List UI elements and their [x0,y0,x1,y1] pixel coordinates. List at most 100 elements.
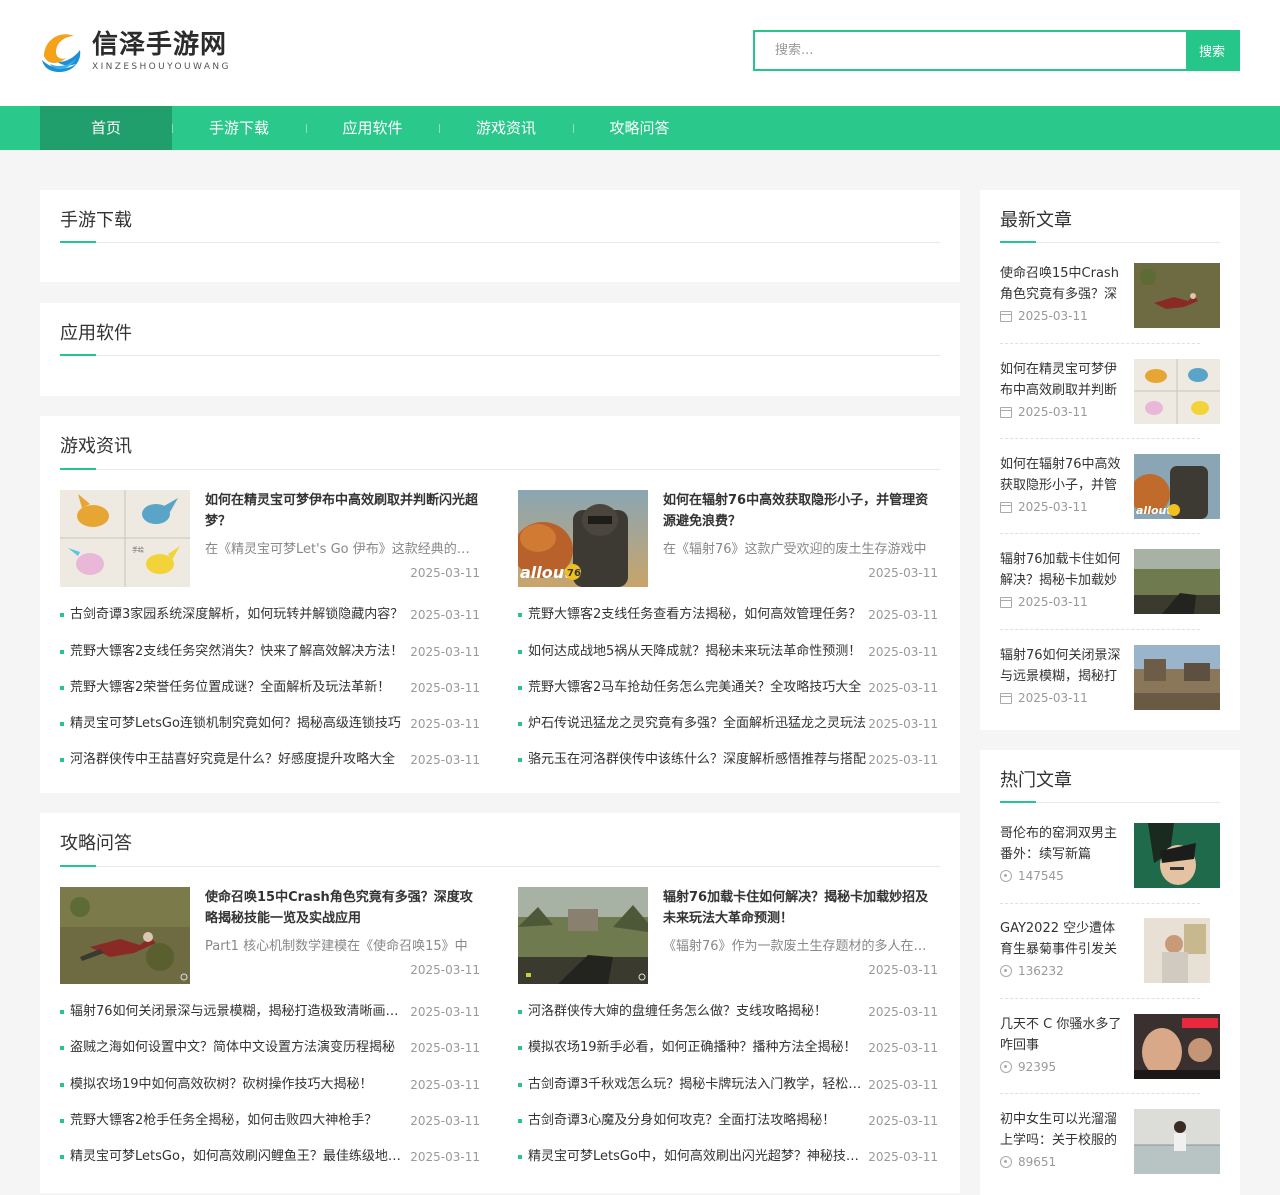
list-item[interactable]: 荒野大镖客2枪手任务全揭秘，如何击败四大神枪手？ 2025-03-11 [60,1111,480,1131]
nav-item-guides[interactable]: 攻略问答 [573,106,706,150]
featured-article[interactable]: 手绘 如何在精灵宝可梦伊布中高效刷取并判断闪光超梦？ 在《精灵宝可梦Let's … [60,490,480,587]
nav-item-apps[interactable]: 应用软件 [306,106,439,150]
video-thumbnail[interactable] [1134,1014,1220,1079]
sidebar-article-title[interactable]: 哥伦布的窑洞双男主番外：续写新篇 [1000,823,1125,865]
sidebar-article-meta: 2025-03-11 [1000,500,1088,514]
sidebar-article-title[interactable]: GAY2022 空少遭体育生暴菊事件引发关注 [1000,918,1125,960]
article-title[interactable]: 如何在辐射76中高效获取隐形小子，并管理资源避免浪费？ [663,490,938,532]
sidebar-article[interactable]: 如何在精灵宝可梦伊布中高效刷取并判断闪光超梦？ 2025-03-11 [1000,359,1220,454]
photo-thumbnail[interactable] [1134,1109,1220,1174]
pokemon-thumbnail[interactable]: 手绘 [60,490,190,587]
fallout-landscape-thumbnail[interactable] [518,887,648,984]
list-item-title[interactable]: 炉石传说迅猛龙之灵究竟有多强？全面解析迅猛龙之灵玩法 [528,714,868,734]
fallout-thumbnail[interactable]: allout 76 [518,490,648,587]
sidebar-article[interactable]: 几天不 C 你骚水多了咋回事 92395 [1000,1014,1220,1109]
fallout-thumbnail[interactable]: allout [1134,454,1220,519]
featured-article[interactable]: allout 76 如何在辐射76中高效获取隐形小子，并管理资源避免浪费？ 在《… [518,490,938,587]
list-item-title[interactable]: 荒野大镖客2支线任务突然消失？快来了解高效解决方法！ [70,642,410,662]
list-item[interactable]: 辐射76如何关闭景深与远景模糊，揭秘打造极致清晰画面技巧 2025-03-11 [60,1002,480,1022]
list-item-title[interactable]: 如何达成战地5祸从天降成就？揭秘未来玩法革命性预测！ [528,642,868,662]
anime-thumbnail[interactable] [1134,823,1220,888]
pokemon-thumbnail[interactable] [1134,359,1220,424]
cod-thumbnail[interactable] [60,887,190,984]
sidebar-title[interactable]: 热门文章 [1000,768,1072,794]
section-title[interactable]: 应用软件 [60,321,132,347]
bullet-icon [60,650,64,654]
list-item[interactable]: 炉石传说迅猛龙之灵究竟有多强？全面解析迅猛龙之灵玩法 2025-03-11 [518,714,938,734]
list-item-title[interactable]: 荒野大镖客2支线任务查看方法揭秘，如何高效管理任务？ [528,605,868,625]
list-item-title[interactable]: 河洛群侠传中王喆喜好究竟是什么？好感度提升攻略大全 [70,750,410,770]
list-item-title[interactable]: 荒野大镖客2枪手任务全揭秘，如何击败四大神枪手？ [70,1111,410,1131]
search-button[interactable]: 搜索 [1186,32,1238,69]
sidebar-article[interactable]: 初中女生可以光溜溜上学吗：关于校服的讨论 89651 [1000,1109,1220,1195]
list-item-title[interactable]: 古剑奇谭3心魔及分身如何攻克？全面打法攻略揭秘！ [528,1111,868,1131]
list-item[interactable]: 精灵宝可梦LetsGo中，如何高效刷出闪光超梦？神秘技巧揭秘 2025-03-11 [518,1147,938,1167]
sidebar-article-title[interactable]: 如何在精灵宝可梦伊布中高效刷取并判断闪光超梦？ [1000,359,1125,401]
section-game-download: 手游下载 [40,190,960,282]
list-item-title[interactable]: 精灵宝可梦LetsGo连锁机制究竟如何？揭秘高级连锁技巧 [70,714,410,734]
list-item[interactable]: 盗贼之海如何设置中文？简体中文设置方法演变历程揭秘 2025-03-11 [60,1038,480,1058]
list-item-title[interactable]: 模拟农场19新手必看，如何正确播种？播种方法全揭秘！ [528,1038,868,1058]
list-item[interactable]: 古剑奇谭3心魔及分身如何攻克？全面打法攻略揭秘！ 2025-03-11 [518,1111,938,1131]
list-item-title[interactable]: 辐射76如何关闭景深与远景模糊，揭秘打造极致清晰画面技巧 [70,1002,410,1022]
logo-subtitle: XINZESHOUYOUWANG [92,62,231,72]
list-item[interactable]: 古剑奇谭3千秋戏怎么玩？揭秘卡牌玩法入门教学，轻松上手 2025-03-11 [518,1075,938,1095]
list-item-title[interactable]: 精灵宝可梦LetsGo中，如何高效刷出闪光超梦？神秘技巧揭秘 [528,1147,868,1167]
list-item[interactable]: 模拟农场19新手必看，如何正确播种？播种方法全揭秘！ 2025-03-11 [518,1038,938,1058]
nav-item-game-download[interactable]: 手游下载 [172,106,306,150]
featured-article[interactable]: 辐射76加载卡住如何解决？揭秘卡加载妙招及未来玩法大革命预测！ 《辐射76》作为… [518,887,938,984]
site-logo[interactable]: 信泽手游网 XINZESHOUYOUWANG [40,28,231,76]
list-item[interactable]: 河洛群侠传大婶的盘缠任务怎么做？支线攻略揭秘！ 2025-03-11 [518,1002,938,1022]
sidebar-article-title[interactable]: 几天不 C 你骚水多了咋回事 [1000,1014,1125,1056]
article-title[interactable]: 如何在精灵宝可梦伊布中高效刷取并判断闪光超梦？ [205,490,480,532]
list-item-title[interactable]: 古剑奇谭3家园系统深度解析，如何玩转并解锁隐藏内容？ [70,605,410,625]
nav-item-game-news[interactable]: 游戏资讯 [439,106,573,150]
article-title[interactable]: 使命召唤15中Crash角色究竟有多强？深度攻略揭秘技能一览及实战应用 [205,887,480,929]
list-item-title[interactable]: 荒野大镖客2荣誉任务位置成谜？全面解析及玩法革新！ [70,678,410,698]
sidebar-article[interactable]: 辐射76如何关闭景深与远景模糊，揭秘打造极致 2025-03-11 [1000,645,1220,740]
article-title[interactable]: 辐射76加载卡住如何解决？揭秘卡加载妙招及未来玩法大革命预测！ [663,887,938,929]
fallout-landscape-thumbnail[interactable] [1134,549,1220,614]
sidebar-article-title[interactable]: 辐射76如何关闭景深与远景模糊，揭秘打造极致 [1000,645,1125,687]
featured-article[interactable]: 使命召唤15中Crash角色究竟有多强？深度攻略揭秘技能一览及实战应用 Part… [60,887,480,984]
sidebar-article-title[interactable]: 如何在辐射76中高效获取隐形小子，并管理资源 [1000,454,1125,496]
list-item-title[interactable]: 河洛群侠传大婶的盘缠任务怎么做？支线攻略揭秘！ [528,1002,868,1022]
list-item-date: 2025-03-11 [868,1078,938,1092]
list-item[interactable]: 模拟农场19中如何高效砍树？砍树操作技巧大揭秘！ 2025-03-11 [60,1075,480,1095]
sidebar-article-title[interactable]: 初中女生可以光溜溜上学吗：关于校服的讨论 [1000,1109,1125,1151]
list-item[interactable]: 荒野大镖客2支线任务突然消失？快来了解高效解决方法！ 2025-03-11 [60,642,480,662]
list-item-title[interactable]: 古剑奇谭3千秋戏怎么玩？揭秘卡牌玩法入门教学，轻松上手 [528,1075,868,1095]
article-date: 2025-03-11 [868,566,938,580]
list-item[interactable]: 荒野大镖客2支线任务查看方法揭秘，如何高效管理任务？ 2025-03-11 [518,605,938,625]
list-item-date: 2025-03-11 [410,717,480,731]
list-item[interactable]: 荒野大镖客2荣誉任务位置成谜？全面解析及玩法革新！ 2025-03-11 [60,678,480,698]
search-input[interactable] [755,32,1186,69]
nav-item-home[interactable]: 首页 [40,106,172,150]
list-item[interactable]: 精灵宝可梦LetsGo，如何高效刷闪鲤鱼王？最佳练级地点推荐 2025-03-11 [60,1147,480,1167]
sidebar-article-title[interactable]: 使命召唤15中Crash角色究竟有多强？深度攻略 [1000,263,1125,305]
sidebar-article-title[interactable]: 辐射76加载卡住如何解决？揭秘卡加载妙招 [1000,549,1125,591]
cod-thumbnail[interactable] [1134,263,1220,328]
article-excerpt: 在《精灵宝可梦Let's Go 伊布》这款经典的宝可梦游戏中 [205,542,480,557]
list-item-title[interactable]: 骆元玉在河洛群侠传中该练什么？深度解析感悟推荐与搭配 [528,750,868,770]
list-item[interactable]: 精灵宝可梦LetsGo连锁机制究竟如何？揭秘高级连锁技巧 2025-03-11 [60,714,480,734]
photo-thumbnail[interactable] [1144,918,1210,983]
sidebar-separator [1000,903,1200,904]
list-item[interactable]: 荒野大镖客2马车抢劫任务怎么完美通关？全攻略技巧大全 2025-03-11 [518,678,938,698]
sidebar-article[interactable]: 如何在辐射76中高效获取隐形小子，并管理资源 2025-03-11 allout [1000,454,1220,549]
section-title[interactable]: 手游下载 [60,208,132,234]
fallout-ruins-thumbnail[interactable] [1134,645,1220,710]
section-title[interactable]: 游戏资讯 [60,434,132,460]
bullet-icon [518,1010,522,1014]
list-item-title[interactable]: 荒野大镖客2马车抢劫任务怎么完美通关？全攻略技巧大全 [528,678,868,698]
list-item[interactable]: 古剑奇谭3家园系统深度解析，如何玩转并解锁隐藏内容？ 2025-03-11 [60,605,480,625]
list-item[interactable]: 骆元玉在河洛群侠传中该练什么？深度解析感悟推荐与搭配 2025-03-11 [518,750,938,770]
list-item-title[interactable]: 盗贼之海如何设置中文？简体中文设置方法演变历程揭秘 [70,1038,410,1058]
list-item-title[interactable]: 模拟农场19中如何高效砍树？砍树操作技巧大揭秘！ [70,1075,410,1095]
search-form: 搜索 [753,30,1240,71]
list-item[interactable]: 如何达成战地5祸从天降成就？揭秘未来玩法革命性预测！ 2025-03-11 [518,642,938,662]
list-item[interactable]: 河洛群侠传中王喆喜好究竟是什么？好感度提升攻略大全 2025-03-11 [60,750,480,770]
list-item-title[interactable]: 精灵宝可梦LetsGo，如何高效刷闪鲤鱼王？最佳练级地点推荐 [70,1147,410,1167]
section-title[interactable]: 攻略问答 [60,831,132,857]
sidebar-title[interactable]: 最新文章 [1000,208,1072,234]
